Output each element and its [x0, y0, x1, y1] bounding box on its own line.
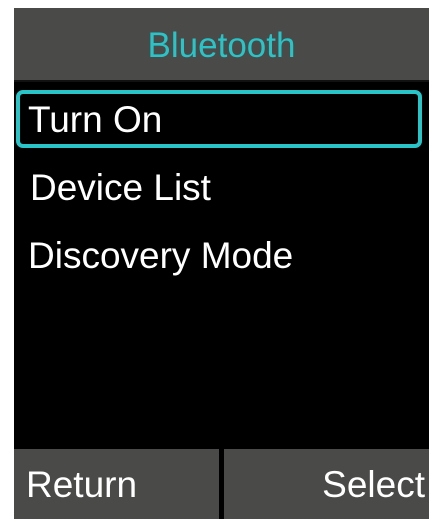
menu-item-label: Discovery Mode	[28, 234, 294, 276]
phone-screen: Bluetooth Turn On Device List Discovery …	[14, 8, 429, 519]
menu-item-label: Device List	[30, 166, 211, 208]
bluetooth-menu: Turn On Device List Discovery Mode	[14, 82, 429, 447]
menu-item-label: Turn On	[28, 98, 163, 140]
softkey-bar: Return Select	[14, 449, 429, 519]
select-softkey[interactable]: Select	[224, 449, 429, 519]
menu-item-discovery-mode[interactable]: Discovery Mode	[16, 226, 422, 284]
page-title: Bluetooth	[147, 25, 296, 65]
menu-item-turn-on[interactable]: Turn On	[16, 90, 422, 148]
select-softkey-label: Select	[322, 463, 425, 505]
title-bar: Bluetooth	[14, 8, 429, 82]
return-softkey[interactable]: Return	[14, 449, 219, 519]
return-softkey-label: Return	[26, 463, 138, 505]
menu-item-device-list[interactable]: Device List	[16, 158, 422, 216]
